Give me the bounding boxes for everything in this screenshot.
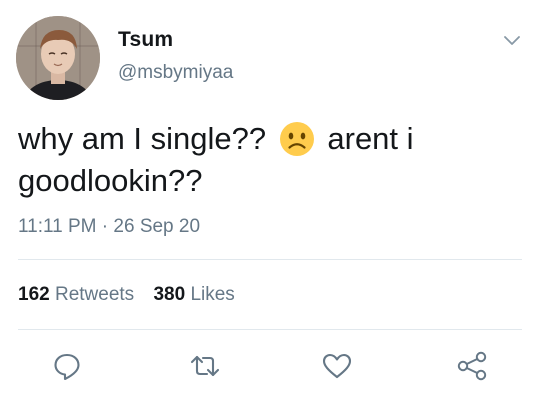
tweet-text: why am I single?? arent i goodlookin?? <box>18 118 523 202</box>
divider <box>18 259 522 260</box>
reply-button[interactable] <box>50 349 84 383</box>
like-button[interactable] <box>320 349 354 383</box>
likes-count: 380 <box>153 284 186 305</box>
share-button[interactable] <box>455 349 489 383</box>
tweet-time: 11:11 PM <box>18 216 97 237</box>
likes-stat[interactable]: 380 Likes <box>153 284 234 306</box>
user-handle[interactable]: @msbymiyaa <box>118 62 233 84</box>
likes-label: Likes <box>190 284 235 305</box>
tweet-stats: 162 Retweets 380 Likes <box>18 284 249 306</box>
chevron-down-icon[interactable] <box>500 28 524 52</box>
retweets-stat[interactable]: 162 Retweets <box>18 284 134 306</box>
display-name[interactable]: Tsum <box>118 28 173 52</box>
tweet-text-part1: why am I single?? <box>18 121 267 156</box>
tweet-date: 26 Sep 20 <box>113 216 201 237</box>
meta-separator: · <box>101 216 109 237</box>
reply-icon <box>54 353 80 381</box>
like-icon <box>322 353 352 379</box>
tweet-timestamp[interactable]: 11:11 PM · 26 Sep 20 <box>18 216 200 238</box>
divider <box>18 329 522 330</box>
frowning-face-emoji-icon <box>279 121 315 157</box>
avatar-portrait-icon <box>16 16 100 100</box>
retweet-icon <box>190 355 220 377</box>
retweets-label: Retweets <box>54 284 135 305</box>
tweet-card: Tsum @msbymiyaa why am I single?? arent … <box>0 0 540 410</box>
avatar[interactable] <box>16 16 100 100</box>
share-icon <box>457 351 487 381</box>
retweet-button[interactable] <box>188 349 222 383</box>
action-bar <box>0 345 540 385</box>
retweets-count: 162 <box>18 284 50 305</box>
